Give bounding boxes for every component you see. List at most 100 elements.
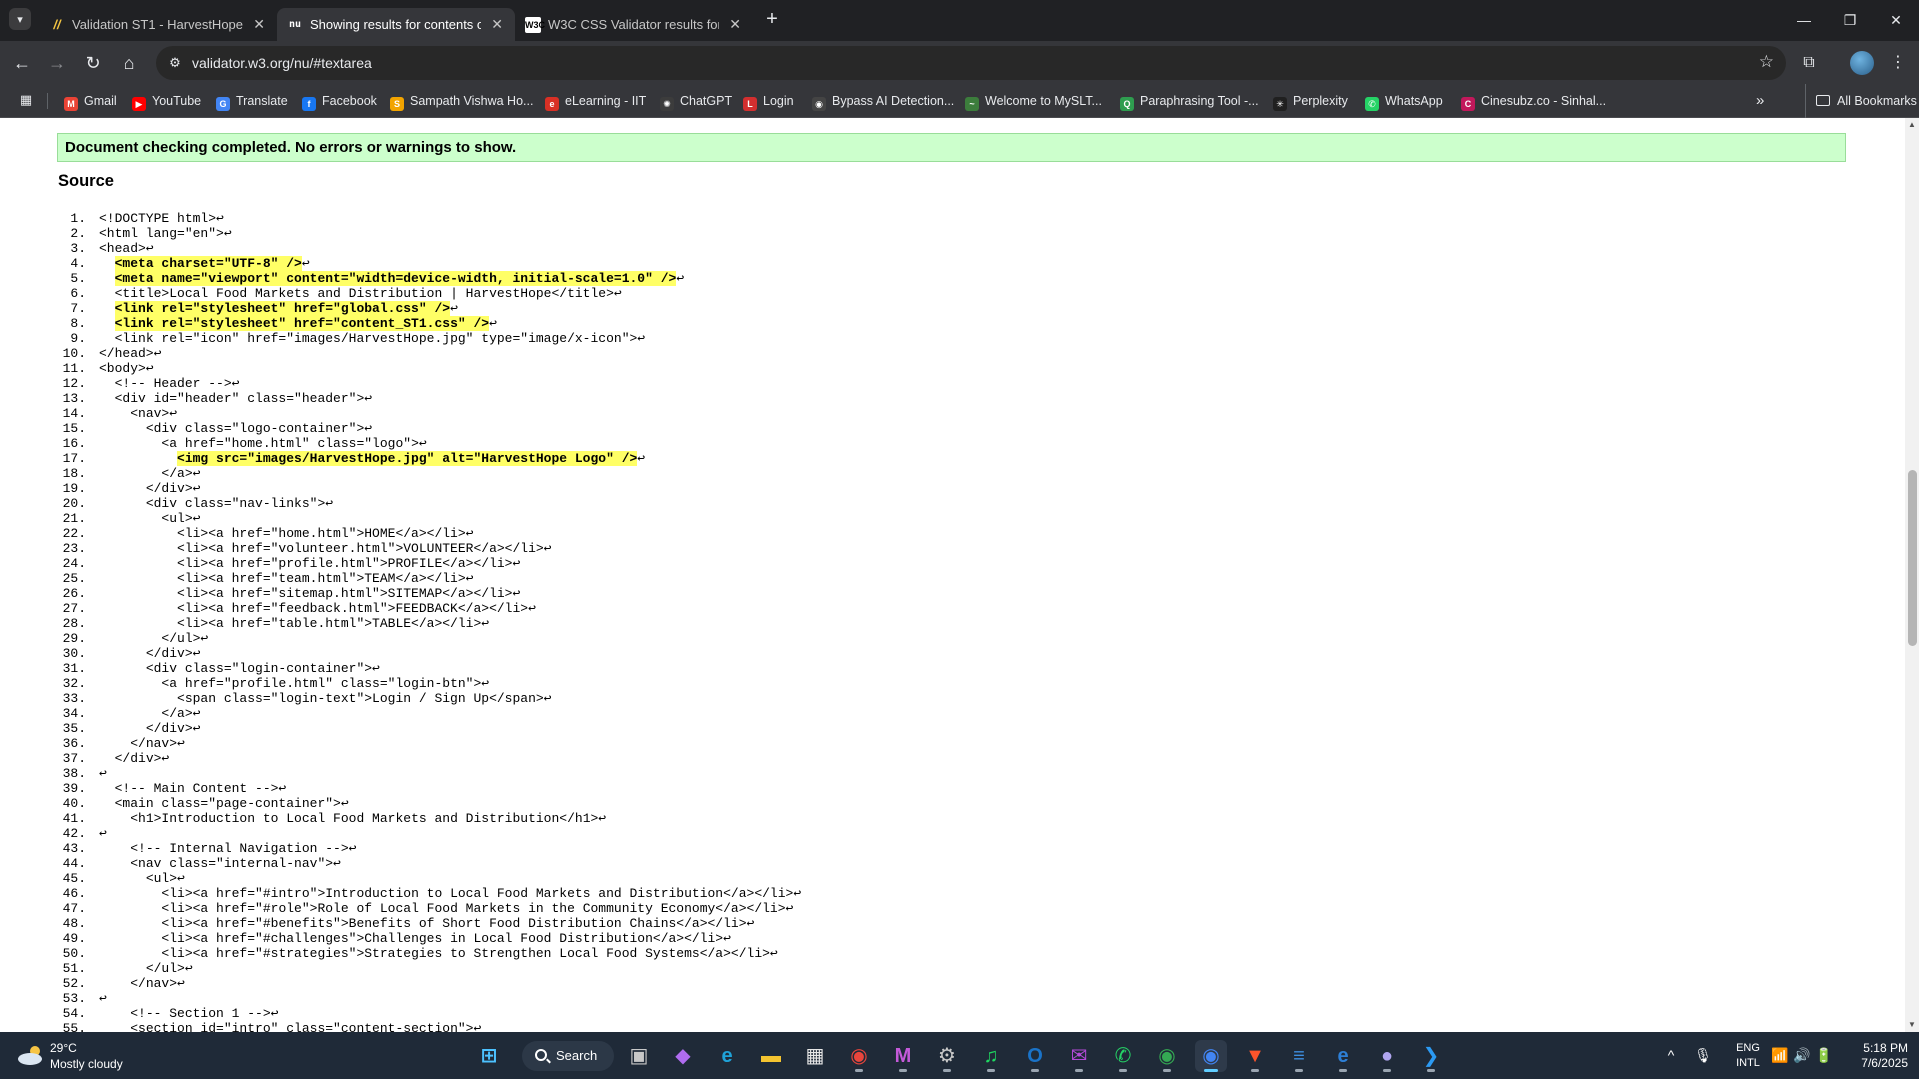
weather-temperature[interactable]: 29°C — [50, 1041, 77, 1055]
bookmark-item[interactable]: C Cinesubz.co - Sinhal... — [1461, 84, 1606, 118]
new-tab-plus-icon[interactable]: + — [760, 8, 784, 32]
taskbar-app-start-button[interactable]: ⊞ — [473, 1040, 505, 1072]
bookmark-star-icon[interactable]: ☆ — [1759, 52, 1774, 72]
tray-chevron-up-icon[interactable]: ^ — [1661, 1045, 1681, 1065]
bookmark-item[interactable]: e eLearning - IIT — [545, 84, 646, 118]
line-code: <!DOCTYPE html>↩ — [99, 211, 224, 226]
source-line: 44. <nav class="internal-nav">↩ — [0, 856, 1900, 871]
bookmark-item[interactable]: ◉ Bypass AI Detection... — [812, 84, 954, 118]
source-line: 18. </a>↩ — [0, 466, 1900, 481]
search-icon — [535, 1049, 547, 1061]
tab-w3c-css-validator[interactable]: W3C W3C CSS Validator results for TextAr… — [515, 8, 753, 41]
tab-close-icon[interactable]: ✕ — [253, 8, 265, 41]
bookmark-item[interactable]: M Gmail — [64, 84, 117, 118]
tab-nu-validator-results[interactable]: nu Showing results for contents of text-… — [277, 8, 515, 41]
bookmark-item[interactable]: ~ Welcome to MySLT... — [965, 84, 1102, 118]
all-bookmarks-button[interactable]: All Bookmarks — [1805, 84, 1917, 118]
scroll-down-arrow-icon[interactable]: ▼ — [1905, 1018, 1919, 1032]
taskbar-app-settings[interactable]: ⚙ — [931, 1040, 963, 1072]
tab-validation-st1[interactable]: // Validation ST1 - HarvestHope ✕ — [39, 8, 277, 41]
taskbar-app-chrome-active[interactable]: ◉ — [1195, 1040, 1227, 1072]
bookmark-item[interactable]: ✆ WhatsApp — [1365, 84, 1443, 118]
code-text: ↩ — [99, 826, 107, 841]
line-number: 42. — [62, 826, 86, 841]
code-text: <!-- Section 1 -->↩ — [130, 1006, 279, 1021]
tab-search-chevron-icon[interactable]: ▾ — [9, 8, 31, 30]
bookmark-item[interactable]: G Translate — [216, 84, 288, 118]
taskbar-app-chrome-profile[interactable]: ◉ — [1151, 1040, 1183, 1072]
bookmark-item[interactable]: ✳ Perplexity — [1273, 84, 1348, 118]
line-number: 50. — [62, 946, 86, 961]
home-icon[interactable]: ⌂ — [116, 50, 142, 76]
bookmark-item[interactable]: ▶ YouTube — [132, 84, 201, 118]
code-text: </ul>↩ — [145, 961, 193, 976]
line-break-marker: ↩ — [450, 301, 458, 316]
more-menu-icon[interactable]: ⋮ — [1885, 50, 1911, 76]
battery-icon[interactable]: 🔋 — [1814, 1045, 1834, 1065]
taskbar-app-task-view[interactable]: ▣ — [623, 1040, 655, 1072]
taskbar-app-microsoft-365[interactable]: M — [887, 1040, 919, 1072]
bookmarks-overflow-icon[interactable]: » — [1756, 84, 1764, 118]
source-line: 10. </head>↩ — [0, 346, 1900, 361]
bookmark-item[interactable]: ✺ ChatGPT — [660, 84, 732, 118]
input-language-indicator[interactable]: ENG INTL — [1728, 1032, 1768, 1079]
microsoft-store-icon: ▦ — [805, 1045, 825, 1067]
source-line: 54. <!-- Section 1 -->↩ — [0, 1006, 1900, 1021]
address-bar[interactable]: ⚙ validator.w3.org/nu/#textarea ☆ — [156, 46, 1786, 80]
apps-grid-icon[interactable]: ▦ — [18, 92, 34, 108]
scroll-up-arrow-icon[interactable]: ▲ — [1905, 118, 1919, 132]
line-number: 4. — [70, 256, 86, 271]
system-clock[interactable]: 5:18 PM 7/6/2025 — [1838, 1041, 1908, 1071]
taskbar-app-whatsapp[interactable]: ✆ — [1107, 1040, 1139, 1072]
tab-close-icon[interactable]: ✕ — [729, 8, 741, 41]
page-scrollbar[interactable]: ▲ ▼ — [1905, 118, 1919, 1032]
taskbar-app-copilot[interactable]: ◆ — [667, 1040, 699, 1072]
taskbar-app-messenger[interactable]: ✉ — [1063, 1040, 1095, 1072]
scrollbar-thumb[interactable] — [1908, 470, 1917, 646]
taskbar-app-chrome[interactable]: ◉ — [843, 1040, 875, 1072]
restore-icon[interactable]: ❐ — [1827, 0, 1873, 41]
forward-arrow-icon[interactable]: → — [44, 50, 70, 76]
wifi-icon[interactable]: 📶 — [1770, 1045, 1790, 1065]
bookmark-item[interactable]: S Sampath Vishwa Ho... — [390, 84, 533, 118]
line-code: <main class="page-container">↩ — [99, 796, 349, 811]
weather-condition[interactable]: Mostly cloudy — [50, 1057, 123, 1071]
outlook-icon: O — [1027, 1045, 1043, 1067]
window-close-icon[interactable]: ✕ — [1873, 0, 1919, 41]
reload-icon[interactable]: ↻ — [80, 50, 106, 76]
minimize-icon[interactable]: — — [1781, 0, 1827, 41]
taskbar-app-outlook[interactable]: O — [1019, 1040, 1051, 1072]
site-info-icon[interactable]: ⚙ — [166, 54, 184, 72]
code-text: </a>↩ — [161, 706, 201, 721]
tab-close-icon[interactable]: ✕ — [491, 8, 503, 41]
taskbar-search-box[interactable]: Search — [522, 1041, 614, 1071]
taskbar-app-microsoft-store[interactable]: ▦ — [799, 1040, 831, 1072]
microphone-icon[interactable]: 🎙 — [1693, 1045, 1713, 1065]
taskbar-app-edge[interactable]: e — [711, 1040, 743, 1072]
harvesthope-favicon-icon: // — [53, 17, 61, 32]
taskbar-app-file-explorer[interactable]: ▬ — [755, 1040, 787, 1072]
taskbar-app-github[interactable]: ● — [1371, 1040, 1403, 1072]
volume-icon[interactable]: 🔊 — [1792, 1045, 1812, 1065]
line-code: </div>↩ — [99, 751, 170, 766]
line-code: <head>↩ — [99, 241, 154, 256]
taskbar-app-edge-beta[interactable]: e — [1327, 1040, 1359, 1072]
profile-avatar[interactable] — [1850, 51, 1874, 75]
back-arrow-icon[interactable]: ← — [9, 50, 35, 76]
url-text[interactable]: validator.w3.org/nu/#textarea — [192, 46, 372, 80]
bookmark-item[interactable]: L Login — [743, 84, 794, 118]
cloud-weather-icon[interactable] — [16, 1044, 46, 1066]
line-number: 54. — [62, 1006, 86, 1021]
extensions-puzzle-icon[interactable]: ⧉ — [1796, 50, 1822, 76]
bookmark-item[interactable]: f Facebook — [302, 84, 377, 118]
taskbar-app-notepad[interactable]: ≡ — [1283, 1040, 1315, 1072]
line-number: 8. — [70, 316, 86, 331]
line-number: 28. — [62, 616, 86, 631]
taskbar-app-vscode[interactable]: ❯ — [1415, 1040, 1447, 1072]
taskbar-app-spotify[interactable]: ♫ — [975, 1040, 1007, 1072]
taskbar-app-brave[interactable]: ▼ — [1239, 1040, 1271, 1072]
bookmark-item[interactable]: Q Paraphrasing Tool -... — [1120, 84, 1259, 118]
